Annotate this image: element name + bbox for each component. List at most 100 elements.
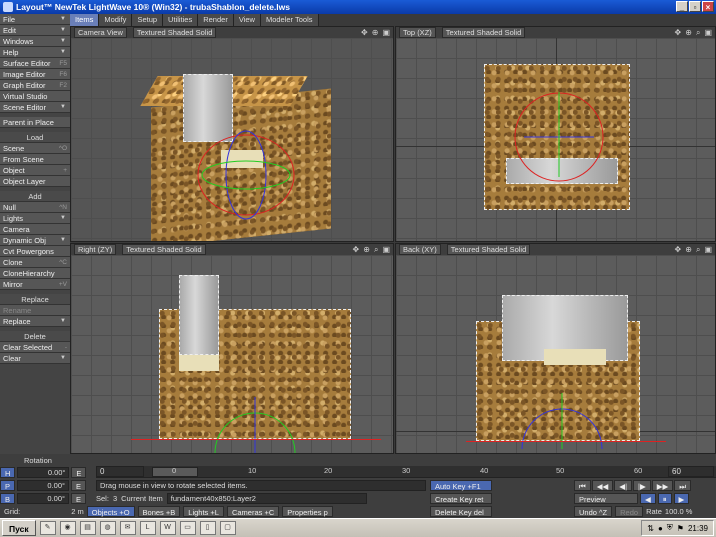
render-icon[interactable]: ▣ [704, 244, 712, 255]
viewport-top[interactable]: Top (XZ) Textured Shaded Solid ✥ ⊕ ⌕ ▣ [395, 26, 716, 242]
view-type-select[interactable]: Right (ZY) [74, 244, 117, 255]
tab-modeler-tools[interactable]: Modeler Tools [260, 14, 319, 26]
antivirus-icon[interactable]: ● [658, 524, 663, 533]
render-icon[interactable]: ▣ [382, 27, 390, 38]
cvt-powergons-button[interactable]: Cvt Powergons [0, 246, 70, 257]
network-icon[interactable]: ⇅ [647, 524, 654, 533]
view-type-select[interactable]: Top (XZ) [399, 27, 436, 38]
timeline[interactable]: 0 0 10 20 30 40 50 60 60 [96, 466, 716, 478]
pitch-field[interactable]: 0.00° [17, 479, 70, 491]
clear-menu[interactable]: Clear ▼ [0, 353, 70, 364]
mirror-button[interactable]: Mirror +V [0, 279, 70, 290]
move-view-icon[interactable]: ✥ [353, 244, 360, 255]
zoom-icon[interactable]: ⊕ [685, 27, 692, 38]
chrome-icon[interactable]: ◍ [99, 521, 116, 535]
bank-axis-button[interactable]: B [0, 492, 16, 504]
viewport-canvas[interactable] [396, 255, 715, 453]
window-icon[interactable]: ▢ [219, 521, 236, 535]
clone-hierarchy-button[interactable]: CloneHierarchy [0, 268, 70, 279]
move-view-icon[interactable]: ✥ [675, 244, 682, 255]
viewport-canvas[interactable] [71, 38, 393, 241]
shading-select[interactable]: Textured Shaded Solid [122, 244, 206, 255]
tab-modify[interactable]: Modify [99, 14, 133, 26]
folder-icon[interactable]: ▭ [179, 521, 196, 535]
rename-button[interactable]: Rename [0, 305, 70, 316]
bones-tab[interactable]: Bones +B [137, 505, 181, 517]
windows-menu[interactable]: Windows ▼ [0, 36, 70, 47]
shading-select[interactable]: Textured Shaded Solid [441, 27, 526, 38]
envelope-e-button-p[interactable]: E [71, 479, 87, 491]
objects-tab[interactable]: Objects +O [86, 505, 135, 517]
tab-setup[interactable]: Setup [132, 14, 164, 26]
lights-tab[interactable]: Lights +L [183, 505, 224, 517]
prev-key-icon[interactable]: ◀| [614, 479, 633, 491]
lightwave-icon[interactable]: L [139, 521, 156, 535]
mail-icon[interactable]: ✉ [119, 521, 136, 535]
tab-items[interactable]: Items [70, 14, 100, 26]
next-key-icon[interactable]: |▶ [633, 479, 651, 491]
clock[interactable]: 21:39 [688, 524, 708, 533]
viewport-canvas[interactable] [71, 255, 393, 453]
move-view-icon[interactable]: ✥ [361, 27, 368, 38]
view-type-select[interactable]: Camera View [74, 27, 127, 38]
pitch-axis-button[interactable]: P [0, 479, 16, 491]
close-button[interactable]: × [702, 1, 714, 12]
search-icon[interactable]: ⌕ [696, 244, 700, 255]
load-object-button[interactable]: Object + [0, 165, 70, 176]
viewport-camera[interactable]: Camera View Textured Shaded Solid ✥ ⊕ ▣ [70, 26, 394, 242]
load-from-scene-button[interactable]: From Scene [0, 154, 70, 165]
shield-icon[interactable]: ⛨ [667, 523, 673, 533]
flag-icon[interactable]: ⚑ [677, 524, 684, 533]
move-view-icon[interactable]: ✥ [675, 27, 682, 38]
surface-editor-button[interactable]: Surface Editor F5 [0, 58, 70, 69]
play-backward-icon[interactable]: ◀ [640, 492, 656, 504]
document-icon[interactable]: ▯ [199, 521, 216, 535]
current-item-select[interactable]: fundament40x850:Layer2 [166, 492, 367, 504]
cameras-tab[interactable]: Cameras +C [226, 505, 280, 517]
tab-render[interactable]: Render [198, 14, 234, 26]
preview-menu[interactable]: Preview [574, 492, 638, 504]
zoom-icon[interactable]: ⊕ [685, 244, 692, 255]
heading-field[interactable]: 0.00° [17, 466, 70, 478]
view-type-select[interactable]: Back (XY) [399, 244, 441, 255]
minimize-button[interactable]: _ [676, 1, 688, 12]
clear-selected-button[interactable]: Clear Selected - [0, 342, 70, 353]
help-menu[interactable]: Help ▼ [0, 47, 70, 58]
zoom-icon[interactable]: ⊕ [372, 27, 379, 38]
parent-in-place-button[interactable]: Parent in Place [0, 117, 70, 128]
heading-axis-button[interactable]: H [0, 466, 16, 478]
step-forward-icon[interactable]: ▶▶ [651, 479, 674, 491]
rotate-gizmo[interactable] [516, 391, 608, 451]
envelope-e-button-h[interactable]: E [71, 466, 87, 478]
rotate-gizmo[interactable] [504, 82, 614, 192]
render-icon[interactable]: ▣ [704, 27, 712, 38]
properties-button[interactable]: Properties p [282, 505, 333, 517]
rotate-gizmo[interactable] [191, 120, 301, 230]
tab-utilities[interactable]: Utilities [163, 14, 199, 26]
viewport-back[interactable]: Back (XY) Textured Shaded Solid ✥ ⊕ ⌕ ▣ [395, 243, 716, 454]
image-editor-button[interactable]: Image Editor F6 [0, 69, 70, 80]
go-to-start-icon[interactable]: ⏮ [574, 479, 591, 491]
shading-select[interactable]: Textured Shaded Solid [132, 27, 217, 38]
render-icon[interactable]: ▣ [382, 244, 390, 255]
step-back-icon[interactable]: ◀◀ [591, 479, 614, 491]
pause-icon[interactable]: ⏸ [657, 492, 672, 504]
pen-icon[interactable]: ✎ [39, 521, 56, 535]
redo-button[interactable]: Redo [615, 505, 644, 517]
load-scene-button[interactable]: Scene ^O [0, 143, 70, 154]
load-object-layer-button[interactable]: Object Layer [0, 176, 70, 187]
word-icon[interactable]: W [159, 521, 176, 535]
maximize-button[interactable]: ▫ [689, 1, 701, 12]
start-button[interactable]: Пуск [2, 520, 36, 536]
browser-icon[interactable]: ◉ [59, 521, 76, 535]
add-camera-button[interactable]: Camera [0, 224, 70, 235]
delete-key-button[interactable]: Delete Key del [430, 505, 492, 517]
play-forward-icon[interactable]: ▶ [673, 492, 690, 504]
add-dynamic-obj-menu[interactable]: Dynamic Obj ▼ [0, 235, 70, 246]
search-icon[interactable]: ⌕ [374, 244, 378, 255]
envelope-e-button-b[interactable]: E [71, 492, 87, 504]
add-lights-menu[interactable]: Lights ▼ [0, 213, 70, 224]
add-null-button[interactable]: Null ^N [0, 202, 70, 213]
create-key-button[interactable]: Create Key ret [430, 492, 492, 504]
start-frame-field[interactable]: 0 [96, 466, 144, 477]
